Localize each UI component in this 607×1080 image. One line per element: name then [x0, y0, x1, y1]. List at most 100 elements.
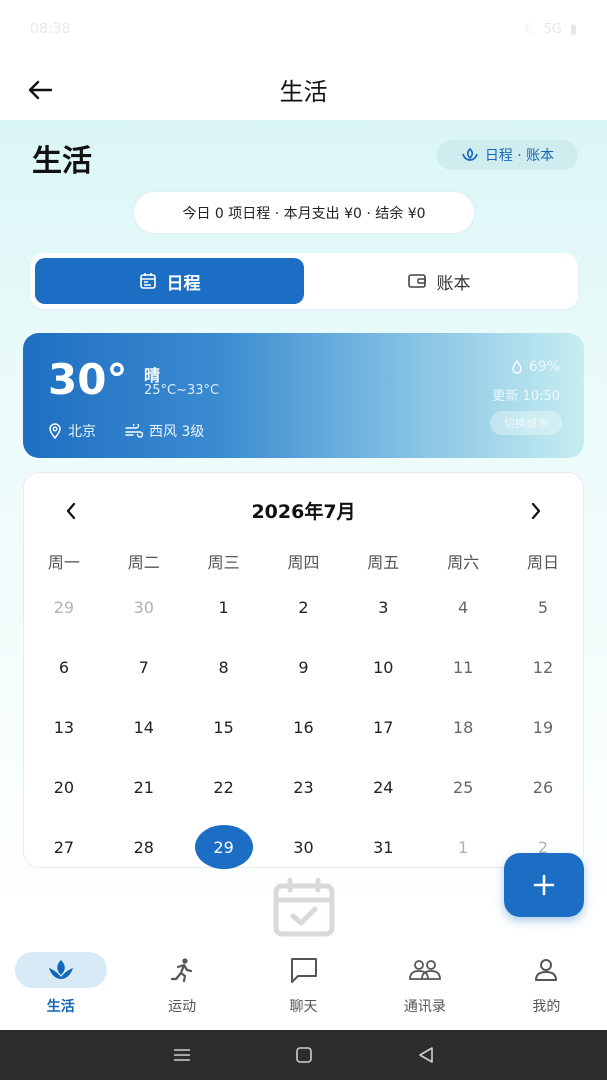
day-number: 1 — [218, 597, 229, 617]
calendar-day[interactable]: 7 — [104, 637, 184, 697]
calendar-day[interactable]: 25 — [423, 757, 503, 817]
nav-item-chat[interactable]: 聊天 — [243, 940, 364, 1030]
nav-item-contacts[interactable]: 通讯录 — [364, 940, 485, 1030]
calendar-day[interactable]: 19 — [503, 697, 583, 757]
calendar-day[interactable]: 30 — [264, 817, 344, 877]
calendar-check-icon — [273, 878, 335, 937]
home-icon[interactable] — [295, 1046, 313, 1064]
add-button[interactable] — [504, 853, 584, 917]
calendar-day[interactable]: 20 — [24, 757, 104, 817]
chat-bubble-icon — [290, 958, 317, 983]
wind-text: 西风 3级 — [149, 424, 205, 440]
calendar-day[interactable]: 13 — [24, 697, 104, 757]
day-number: 12 — [532, 657, 554, 677]
app-header: 生活 — [0, 58, 607, 120]
nav-icon-wrap — [136, 952, 228, 988]
nav-label: 生活 — [46, 999, 75, 1015]
calendar-day[interactable]: 2 — [264, 577, 344, 637]
weather-card[interactable]: 30° 晴 25°C~33°C 北京 西风 3级 69% 更新 10:50 切换… — [23, 333, 584, 458]
calendar-day[interactable]: 31 — [343, 817, 423, 877]
calendar-day[interactable]: 18 — [423, 697, 503, 757]
back-button[interactable] — [22, 72, 58, 108]
nav-item-life[interactable]: 生活 — [0, 940, 121, 1030]
calendar-day[interactable]: 6 — [24, 637, 104, 697]
back-triangle-icon[interactable] — [417, 1046, 435, 1064]
calendar-grid: 29 30 1 2 3 4 5 6 7 8 9 10 11 12 13 14 1… — [24, 577, 583, 877]
calendar-week: 27 28 29 30 31 1 2 — [24, 817, 583, 877]
calendar-day[interactable]: 4 — [423, 577, 503, 637]
nav-icon-wrap — [14, 952, 107, 988]
tab-schedule[interactable]: 日程 — [35, 258, 304, 304]
wind-icon — [125, 424, 143, 438]
switch-city-button[interactable]: 切换城市 — [490, 411, 562, 435]
calendar-day[interactable]: 22 — [184, 757, 264, 817]
weather-updated: 更新 10:50 — [492, 389, 560, 404]
calendar-day[interactable]: 30 — [104, 577, 184, 637]
calendar-day[interactable]: 23 — [264, 757, 344, 817]
menu-icon[interactable] — [172, 1047, 192, 1063]
day-number: 8 — [218, 657, 229, 677]
nav-item-profile[interactable]: 我的 — [486, 940, 607, 1030]
calendar-day[interactable]: 17 — [343, 697, 423, 757]
calendar-day[interactable]: 11 — [423, 637, 503, 697]
page-heading: 生活 — [32, 144, 92, 179]
calendar-day-selected[interactable]: 29 — [184, 817, 264, 877]
location-pin-icon — [49, 423, 61, 439]
header-title: 生活 — [279, 77, 328, 106]
day-number: 16 — [293, 717, 314, 737]
weekday-label: 周四 — [287, 553, 320, 572]
day-number: 9 — [298, 657, 309, 677]
calendar-day[interactable]: 26 — [503, 757, 583, 817]
weekday-label: 周二 — [127, 553, 160, 572]
weather-wind: 西风 3级 — [125, 421, 204, 441]
nav-label: 聊天 — [289, 999, 318, 1015]
tab-ledger[interactable]: 账本 — [304, 258, 573, 304]
status-icons: ☾ 5G ▮ — [524, 22, 577, 37]
day-number: 7 — [138, 657, 149, 677]
battery-icon: ▮ — [569, 21, 577, 37]
calendar-day[interactable]: 29 — [24, 577, 104, 637]
day-number: 3 — [378, 597, 389, 617]
calendar-week: 13 14 15 16 17 18 19 — [24, 697, 583, 757]
calendar-day[interactable]: 10 — [343, 637, 423, 697]
chevron-right-icon — [531, 502, 541, 520]
calendar-day[interactable]: 28 — [104, 817, 184, 877]
day-number: 4 — [458, 597, 469, 617]
calendar-day[interactable]: 15 — [184, 697, 264, 757]
weekday-label: 周日 — [526, 553, 559, 572]
schedule-ledger-chip[interactable]: 日程 · 账本 — [437, 140, 578, 170]
nav-icon-wrap — [258, 952, 350, 988]
nav-item-sport[interactable]: 运动 — [121, 940, 242, 1030]
weekday-label: 周一 — [47, 553, 80, 572]
calendar-day[interactable]: 1 — [184, 577, 264, 637]
calendar-day[interactable]: 21 — [104, 757, 184, 817]
day-number: 2 — [298, 597, 309, 617]
day-number: 28 — [133, 837, 154, 857]
calendar-day[interactable]: 3 — [343, 577, 423, 637]
day-number: 14 — [133, 717, 154, 737]
calendar-week: 20 21 22 23 24 25 26 — [24, 757, 583, 817]
day-number: 29 — [194, 825, 253, 869]
day-number: 24 — [373, 777, 394, 797]
day-number: 29 — [53, 597, 75, 617]
calendar-day[interactable]: 24 — [343, 757, 423, 817]
day-number: 17 — [373, 717, 394, 737]
calendar-day[interactable]: 1 — [423, 817, 503, 877]
calendar-day[interactable]: 16 — [264, 697, 344, 757]
weekday-header: 周一 周二 周三 周四 周五 周六 周日 — [24, 549, 583, 573]
calendar-day[interactable]: 5 — [503, 577, 583, 637]
system-navigation-bar — [0, 1030, 607, 1080]
weekday-label: 周五 — [367, 553, 400, 572]
droplet-icon — [512, 360, 522, 374]
day-number: 18 — [452, 717, 474, 737]
day-number: 1 — [458, 837, 469, 857]
day-number: 30 — [293, 837, 314, 857]
lotus-icon — [48, 960, 73, 979]
calendar-day[interactable]: 8 — [184, 637, 264, 697]
calendar-day[interactable]: 14 — [104, 697, 184, 757]
calendar-day[interactable]: 9 — [264, 637, 344, 697]
day-number: 23 — [293, 777, 314, 797]
next-month-button[interactable] — [524, 497, 548, 525]
calendar-day[interactable]: 12 — [503, 637, 583, 697]
calendar-day[interactable]: 27 — [24, 817, 104, 877]
